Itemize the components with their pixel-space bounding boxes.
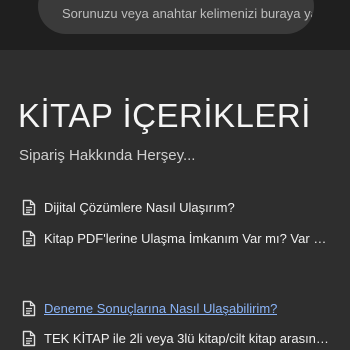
article-label: Kitap PDF'lerine Ulaşma İmkanım Var mı? … — [44, 230, 329, 246]
page-title: KİTAP İÇERİKLERİ — [18, 97, 311, 134]
document-icon — [22, 300, 36, 316]
article-label: Deneme Sonuçlarına Nasıl Ulaşabilirim? — [44, 300, 278, 316]
document-icon — [22, 230, 36, 246]
article-link-tek-kitap[interactable]: TEK KİTAP ile 2li veya 3lü kitap/cilt ki… — [22, 328, 329, 348]
top-bar — [0, 0, 350, 50]
article-link-deneme-sonuclari[interactable]: Deneme Sonuçlarına Nasıl Ulaşabilirim? — [22, 298, 277, 318]
search-input[interactable] — [62, 3, 312, 23]
article-link-kitap-pdf[interactable]: Kitap PDF'lerine Ulaşma İmkanım Var mı? … — [22, 228, 329, 248]
article-label: TEK KİTAP ile 2li veya 3lü kitap/cilt ki… — [44, 330, 329, 346]
article-label: Dijital Çözümlere Nasıl Ulaşırım? — [44, 199, 235, 215]
document-icon — [22, 199, 36, 215]
article-link-dijital-cozumler[interactable]: Dijital Çözümlere Nasıl Ulaşırım? — [22, 197, 235, 217]
search-bar[interactable] — [38, 0, 314, 34]
document-icon — [22, 330, 36, 346]
page-subtitle: Sipariş Hakkında Herşey... — [19, 147, 196, 164]
